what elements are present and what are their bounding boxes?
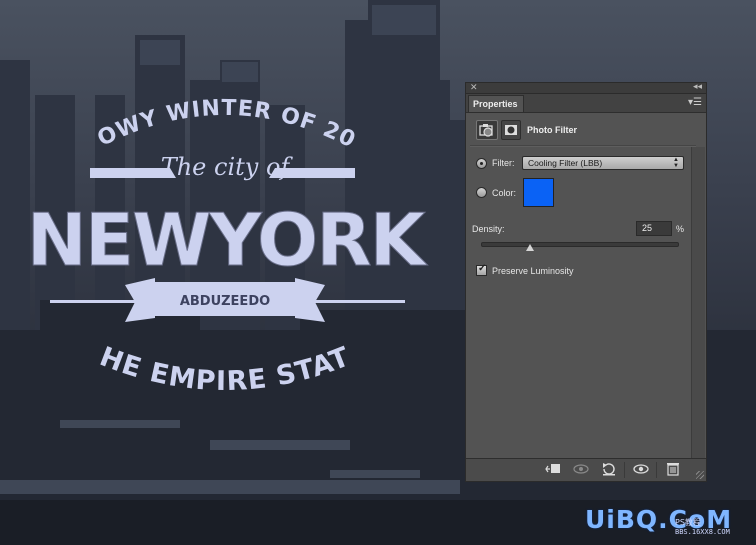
adjustment-title: Photo Filter — [527, 125, 577, 135]
reset-icon[interactable] — [598, 462, 620, 478]
filter-dropdown-value: Cooling Filter (LBB) — [528, 158, 603, 168]
preserve-luminosity-label: Preserve Luminosity — [492, 266, 574, 276]
mask-icon[interactable] — [501, 120, 521, 140]
panel-titlebar[interactable]: ✕ ◂◂ — [466, 81, 706, 94]
close-icon[interactable]: ✕ — [470, 82, 478, 93]
svg-text:SNOWY WINTER OF 2014: SNOWY WINTER OF 2014 — [30, 60, 360, 154]
density-unit: % — [676, 224, 685, 234]
watermark-url: BBS.16XX8.COM — [675, 528, 730, 536]
color-label: Color: — [492, 188, 517, 198]
color-radio[interactable] — [476, 187, 487, 198]
footer-divider — [656, 462, 657, 478]
panel-scrollbar[interactable] — [691, 147, 705, 461]
filter-dropdown[interactable]: Cooling Filter (LBB) ▲ ▼ — [522, 156, 684, 170]
divider — [470, 145, 696, 147]
filter-radio[interactable] — [476, 158, 487, 169]
poster-graphic: SNOWY WINTER OF 2014 The city of NEWYORK… — [30, 60, 430, 397]
dropdown-arrows-icon: ▲ ▼ — [673, 157, 679, 169]
color-swatch[interactable] — [523, 178, 554, 207]
preserve-luminosity-checkbox[interactable] — [476, 263, 487, 276]
ribbon-text: ABDUZEEDO — [180, 294, 270, 309]
density-label: Density: — [472, 224, 505, 234]
tab-bar: Properties ▾☰ — [466, 94, 706, 113]
panel-footer — [466, 458, 706, 481]
density-input[interactable]: 25 — [636, 221, 672, 236]
filter-label: Filter: — [492, 158, 515, 168]
main-title-text: NEWYORK — [30, 198, 428, 282]
view-previous-state-icon[interactable] — [570, 462, 592, 478]
adjustment-layer-icon[interactable] — [476, 120, 498, 140]
resize-grip-icon[interactable] — [696, 471, 704, 479]
tab-properties[interactable]: Properties — [468, 95, 524, 112]
collapse-icon[interactable]: ◂◂ — [693, 81, 702, 92]
script-line-text: The city of — [161, 153, 294, 181]
arc-top-text: SNOWY WINTER OF 2014 — [30, 60, 359, 154]
clip-to-layer-icon[interactable] — [542, 462, 564, 478]
watermark-caption: PS教程 — [675, 518, 701, 527]
properties-panel: ✕ ◂◂ Properties ▾☰ Photo Filter Filter: … — [465, 81, 707, 482]
panel-menu-icon[interactable]: ▾☰ — [688, 97, 702, 108]
density-slider[interactable] — [481, 242, 679, 247]
visibility-eye-icon[interactable] — [630, 462, 652, 478]
density-slider-thumb[interactable] — [526, 244, 534, 251]
footer-divider — [624, 462, 625, 478]
trash-icon[interactable] — [662, 462, 684, 478]
